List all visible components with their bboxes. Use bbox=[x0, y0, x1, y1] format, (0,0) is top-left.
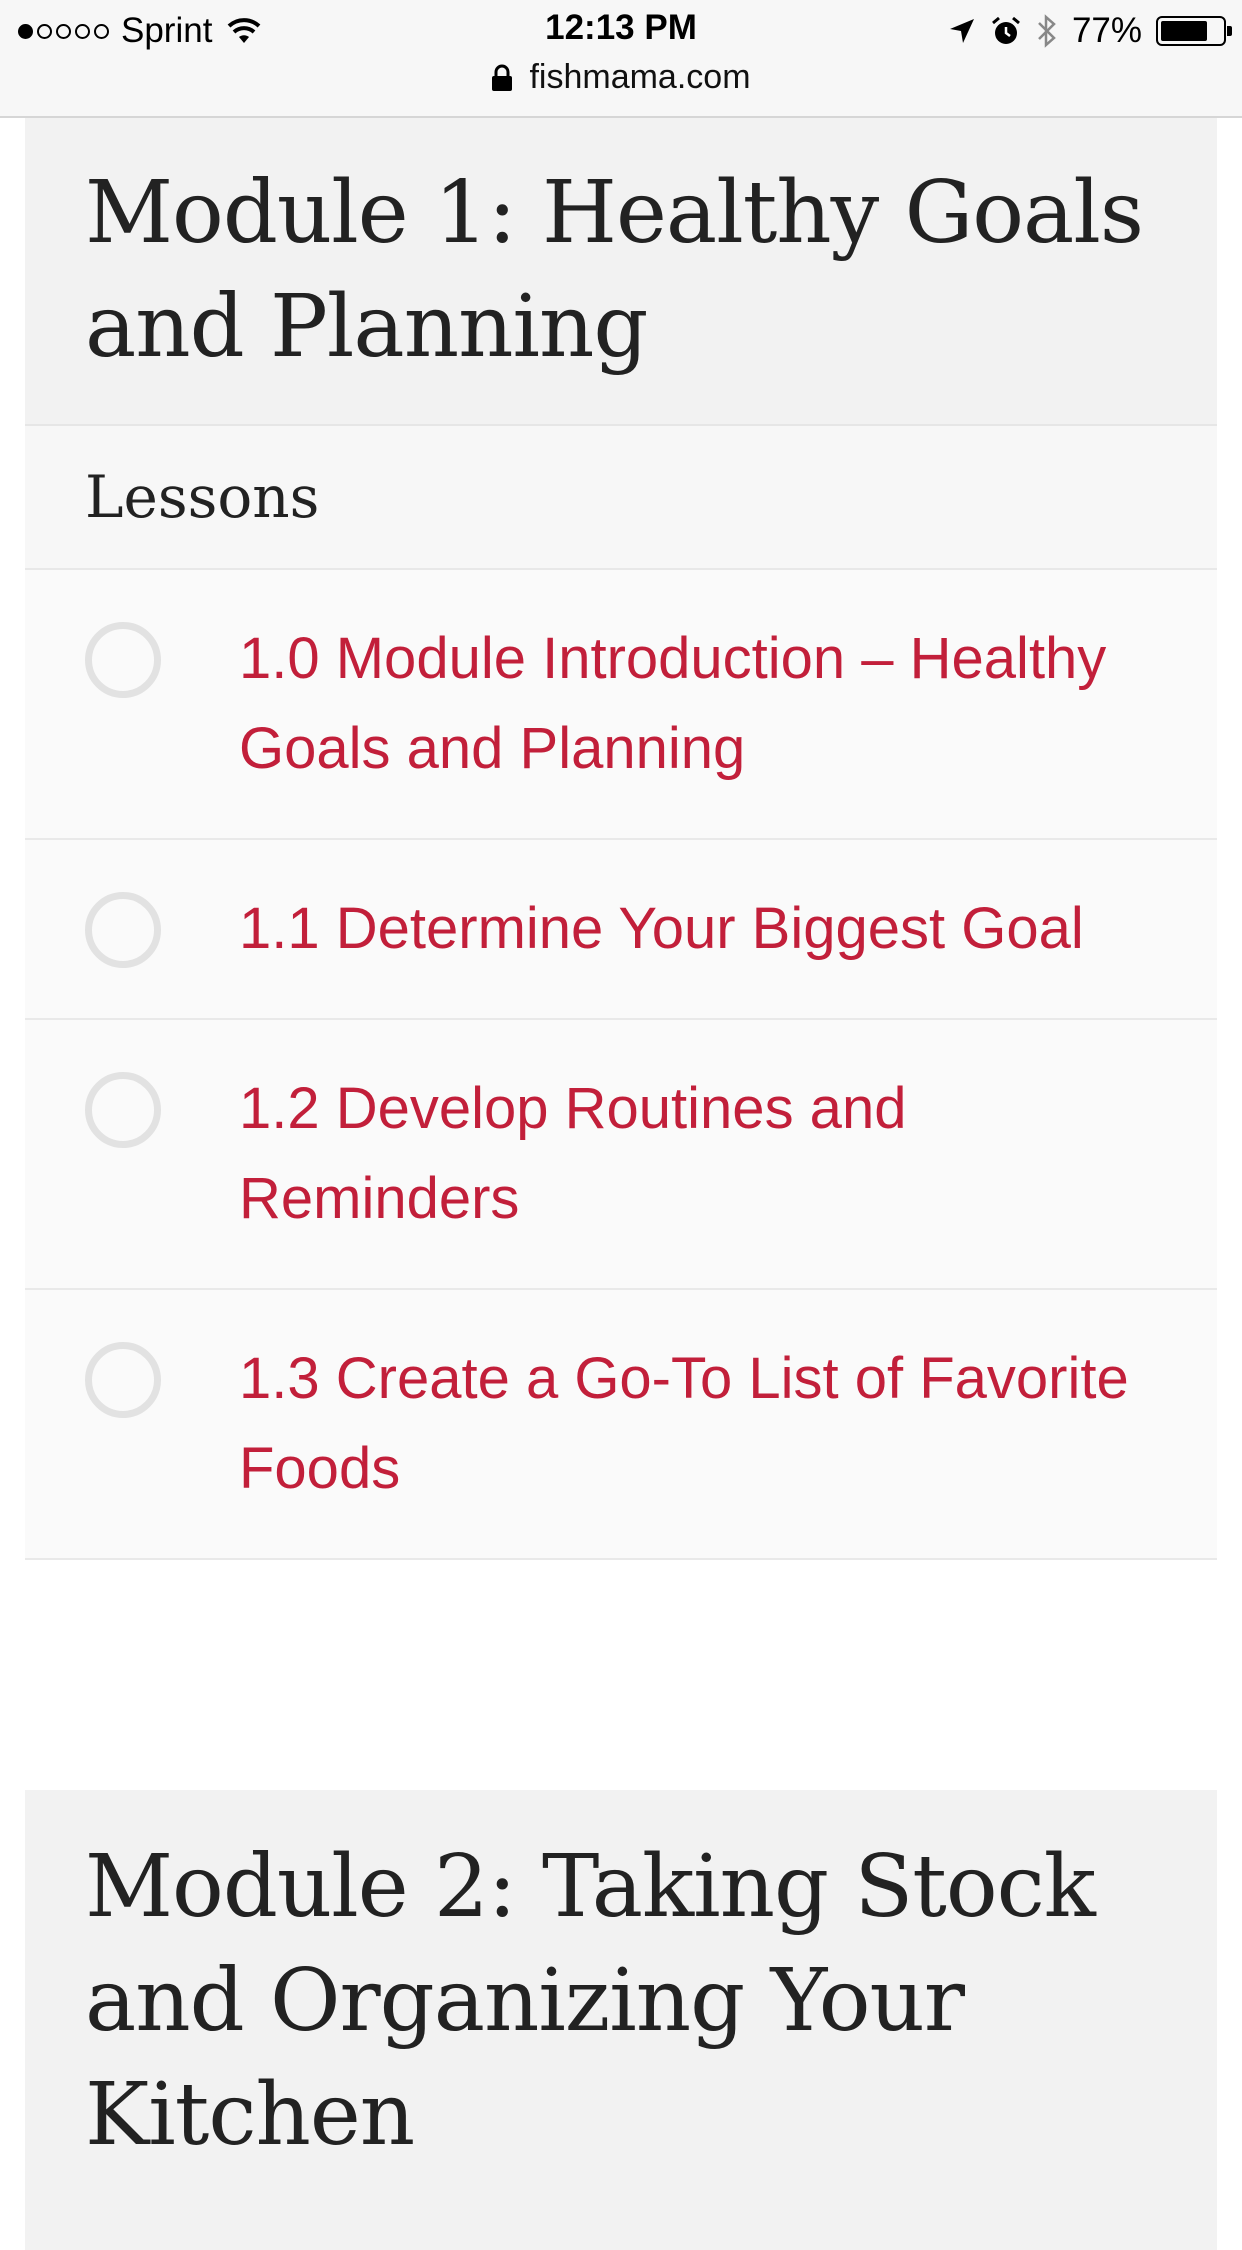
bluetooth-icon bbox=[1038, 14, 1056, 48]
section-spacer bbox=[25, 1560, 1217, 1790]
module-1-header: Module 1: Healthy Goals and Planning bbox=[25, 118, 1217, 426]
module-2-header: Module 2: Taking Stock and Organizing Yo… bbox=[25, 1790, 1217, 2250]
lessons-heading: Lessons bbox=[85, 463, 320, 531]
lesson-item: 1.3 Create a Go-To List of Favorite Food… bbox=[25, 1290, 1217, 1560]
module-1: Module 1: Healthy Goals and Planning Les… bbox=[25, 118, 1217, 1560]
lesson-incomplete-circle-icon bbox=[85, 622, 161, 698]
lesson-link-1-0[interactable]: 1.0 Module Introduction – Healthy Goals … bbox=[239, 614, 1157, 794]
lesson-link-1-1[interactable]: 1.1 Determine Your Biggest Goal bbox=[239, 884, 1157, 974]
module-2-title: Module 2: Taking Stock and Organizing Yo… bbox=[85, 1837, 1096, 2165]
address-bar[interactable]: fishmama.com bbox=[0, 58, 1242, 97]
lessons-header: Lessons bbox=[25, 426, 1217, 570]
page-content: Module 1: Healthy Goals and Planning Les… bbox=[25, 118, 1217, 2250]
lesson-incomplete-circle-icon bbox=[85, 892, 161, 968]
lesson-item: 1.1 Determine Your Biggest Goal bbox=[25, 840, 1217, 1020]
location-arrow-icon bbox=[949, 19, 974, 43]
lesson-link-1-3[interactable]: 1.3 Create a Go-To List of Favorite Food… bbox=[239, 1334, 1157, 1514]
lesson-link-1-2[interactable]: 1.2 Develop Routines and Reminders bbox=[239, 1064, 1157, 1244]
battery-icon bbox=[1156, 16, 1232, 46]
lesson-incomplete-circle-icon bbox=[85, 1072, 161, 1148]
status-bar: Sprint 12:13 PM fishmama.com 77% bbox=[0, 0, 1242, 118]
status-right: 77% bbox=[948, 10, 1232, 52]
module-1-title: Module 1: Healthy Goals and Planning bbox=[85, 163, 1144, 377]
alarm-clock-icon bbox=[991, 16, 1020, 44]
lesson-item: 1.0 Module Introduction – Healthy Goals … bbox=[25, 570, 1217, 840]
battery-percent: 77% bbox=[1071, 11, 1142, 50]
lesson-incomplete-circle-icon bbox=[85, 1342, 161, 1418]
url-text: fishmama.com bbox=[529, 58, 751, 96]
lesson-item: 1.2 Develop Routines and Reminders bbox=[25, 1020, 1217, 1290]
lock-icon bbox=[492, 64, 513, 91]
